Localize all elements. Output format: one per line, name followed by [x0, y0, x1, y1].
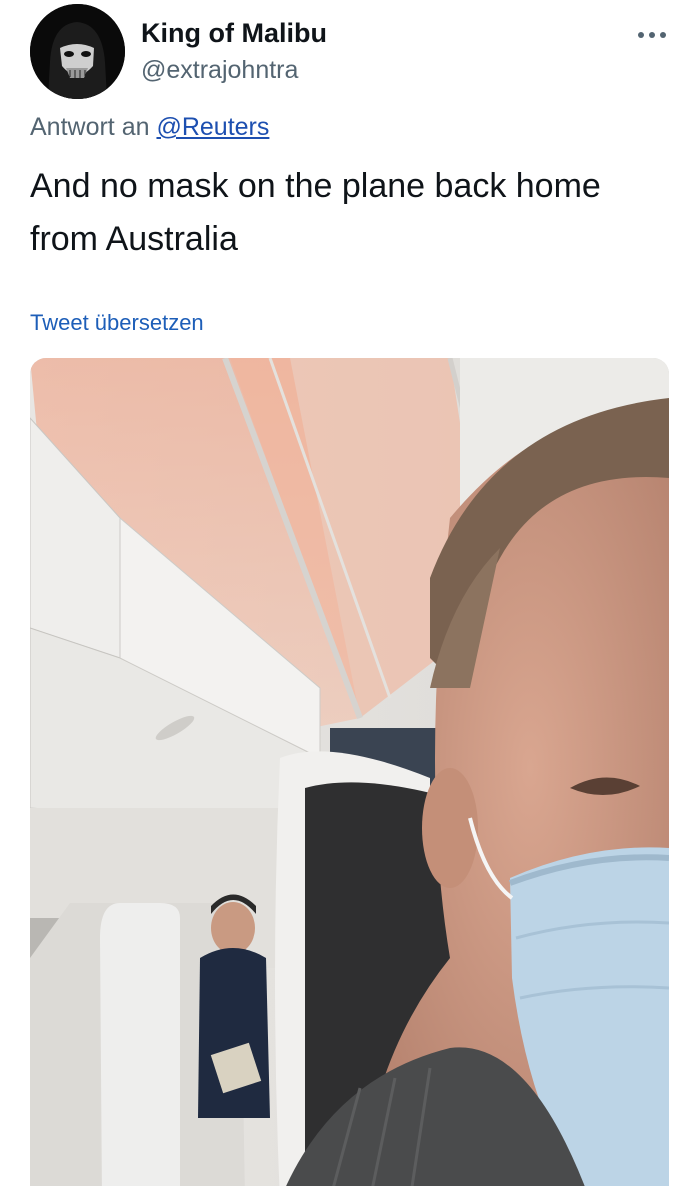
avatar[interactable] [30, 4, 125, 99]
tweet-photo[interactable] [30, 358, 669, 1200]
tweet-text: And no mask on the plane back home from … [30, 167, 601, 258]
reply-to-link[interactable]: @Reuters [156, 113, 269, 141]
reply-prefix: Antwort an [30, 113, 150, 141]
avatar-image [30, 4, 125, 99]
reply-context: Antwort an @Reuters [30, 113, 269, 142]
bottom-divider [0, 1186, 699, 1200]
more-options-button[interactable] [630, 20, 674, 50]
author-name[interactable]: King of Malibu [141, 18, 327, 49]
translate-tweet-link[interactable]: Tweet übersetzen [30, 310, 204, 336]
author-handle[interactable]: @extrajohntra [141, 56, 298, 85]
more-dots-icon [638, 32, 666, 38]
tweet: King of Malibu @extrajohntra Antwort an … [0, 0, 699, 1200]
airplane-cabin-selfie-image [30, 358, 669, 1200]
